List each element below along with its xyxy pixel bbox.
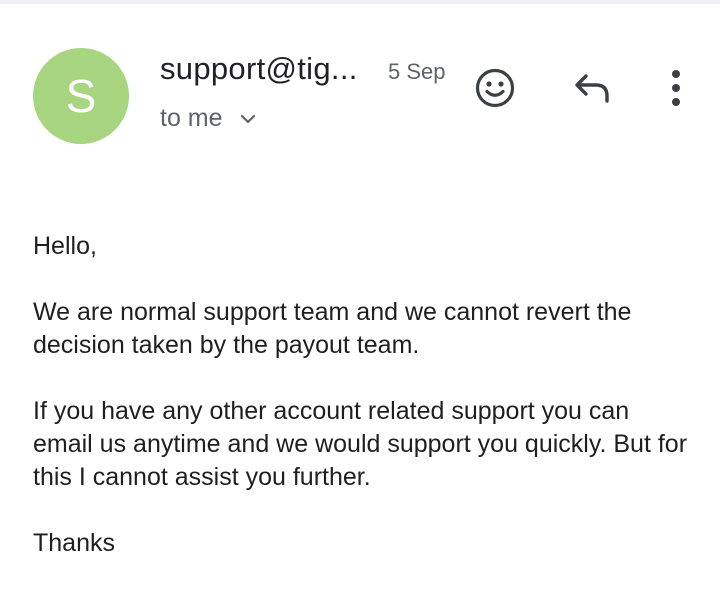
recipient-label: to me (160, 104, 223, 132)
message-date: 5 Sep (388, 59, 446, 84)
recipient-details-toggle[interactable]: to me (160, 104, 257, 133)
message-paragraph: If you have any other account related su… (33, 397, 688, 491)
add-reaction-button[interactable] (471, 64, 519, 112)
top-divider (0, 0, 720, 4)
emoji-reaction-icon (475, 68, 515, 108)
message-greeting: Hello, (33, 232, 97, 260)
sender-avatar[interactable]: S (33, 48, 129, 144)
message-body: Hello, We are normal support team and we… (33, 230, 693, 593)
sender-name[interactable]: support@tig... (160, 51, 358, 87)
reply-icon (575, 74, 609, 103)
message-paragraph: We are normal support team and we cannot… (33, 298, 632, 359)
chevron-down-icon (240, 114, 255, 123)
more-vert-icon (672, 70, 680, 106)
reply-button[interactable] (568, 64, 616, 112)
message-closing: Thanks (33, 529, 115, 557)
more-options-button[interactable] (652, 64, 700, 112)
message-header: S support@tig... 5 Sep to me (0, 40, 720, 150)
